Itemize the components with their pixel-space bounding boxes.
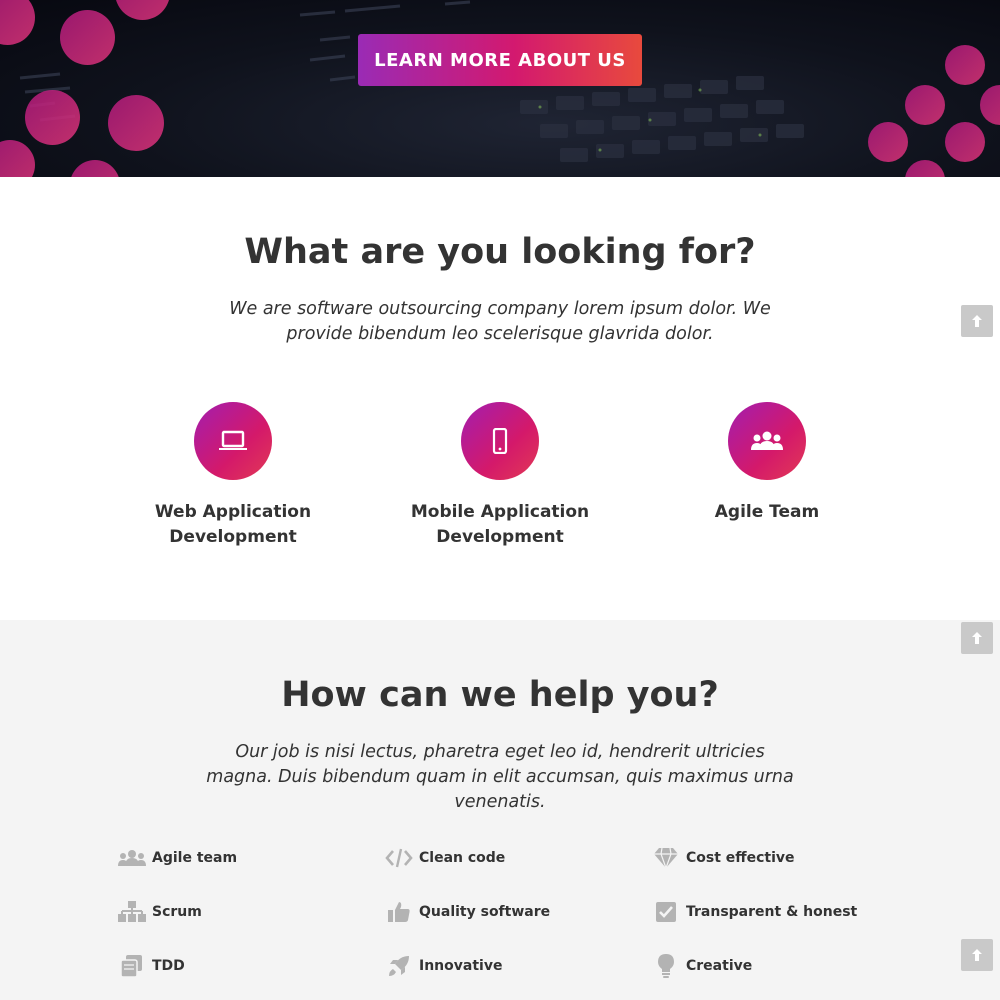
users-icon [118, 844, 146, 872]
benefit-label: Creative [686, 958, 753, 974]
benefit-item: Clean code [385, 844, 505, 872]
laptop-icon [194, 402, 272, 480]
benefit-label: Clean code [419, 850, 506, 866]
copy-icon [118, 952, 146, 980]
decorative-dot [108, 95, 164, 151]
lightbulb-icon [652, 952, 680, 980]
benefit-item: Quality software [385, 898, 550, 926]
benefit-item: Transparent & honest [652, 898, 857, 926]
benefit-label: TDD [152, 958, 185, 974]
arrow-up-icon [972, 632, 982, 644]
feature-agile-team[interactable]: Agile Team [657, 402, 877, 525]
code-background-image [19, 0, 804, 162]
benefit-label: Innovative [419, 958, 503, 974]
code-icon [385, 844, 413, 872]
section-lead: We are software outsourcing company lore… [229, 299, 771, 344]
benefit-item: Innovative [385, 952, 502, 980]
feature-label: Web Application Development [154, 502, 312, 547]
thumbs-up-icon [385, 898, 413, 926]
diamond-icon [652, 844, 680, 872]
decorative-dot [945, 45, 985, 85]
rocket-icon [385, 952, 413, 980]
benefit-label: Scrum [152, 904, 202, 920]
sitemap-icon [118, 898, 146, 926]
learn-more-button[interactable]: LEARN MORE ABOUT US [358, 34, 642, 86]
how-can-we-help-section: How can we help you? Our job is nisi lec… [0, 620, 1000, 1000]
benefit-label: Transparent & honest [686, 904, 858, 920]
feature-label: Mobile Application Development [410, 502, 590, 547]
looking-for-section: What are you looking for? We are softwar… [0, 177, 1000, 620]
arrow-up-icon [972, 949, 982, 961]
section-lead: Our job is nisi lectus, pharetra eget le… [206, 742, 794, 812]
feature-web-application[interactable]: Web Application Development [123, 402, 343, 550]
benefit-label: Quality software [419, 904, 551, 920]
benefit-item: Creative [652, 952, 752, 980]
section-title: What are you looking for? [244, 232, 756, 272]
scroll-to-top-button[interactable] [961, 939, 993, 971]
decorative-dot [945, 122, 985, 162]
decorative-dot [868, 122, 908, 162]
mobile-icon [461, 402, 539, 480]
benefit-label: Agile team [152, 850, 238, 866]
decorative-dot [905, 85, 945, 125]
hero-banner: LEARN MORE ABOUT US [0, 0, 1000, 177]
arrow-up-icon [972, 315, 982, 327]
decorative-dot [25, 90, 80, 145]
scroll-to-top-button[interactable] [961, 622, 993, 654]
benefit-item: TDD [118, 952, 185, 980]
users-icon [728, 402, 806, 480]
checkbox-icon [652, 898, 680, 926]
benefit-label: Cost effective [686, 850, 795, 866]
benefit-item: Scrum [118, 898, 202, 926]
feature-label: Agile Team [714, 502, 820, 522]
section-title: How can we help you? [281, 675, 719, 715]
benefit-item: Agile team [118, 844, 237, 872]
feature-mobile-application[interactable]: Mobile Application Development [390, 402, 610, 550]
benefit-item: Cost effective [652, 844, 795, 872]
scroll-to-top-button[interactable] [961, 305, 993, 337]
decorative-dot [60, 10, 115, 65]
